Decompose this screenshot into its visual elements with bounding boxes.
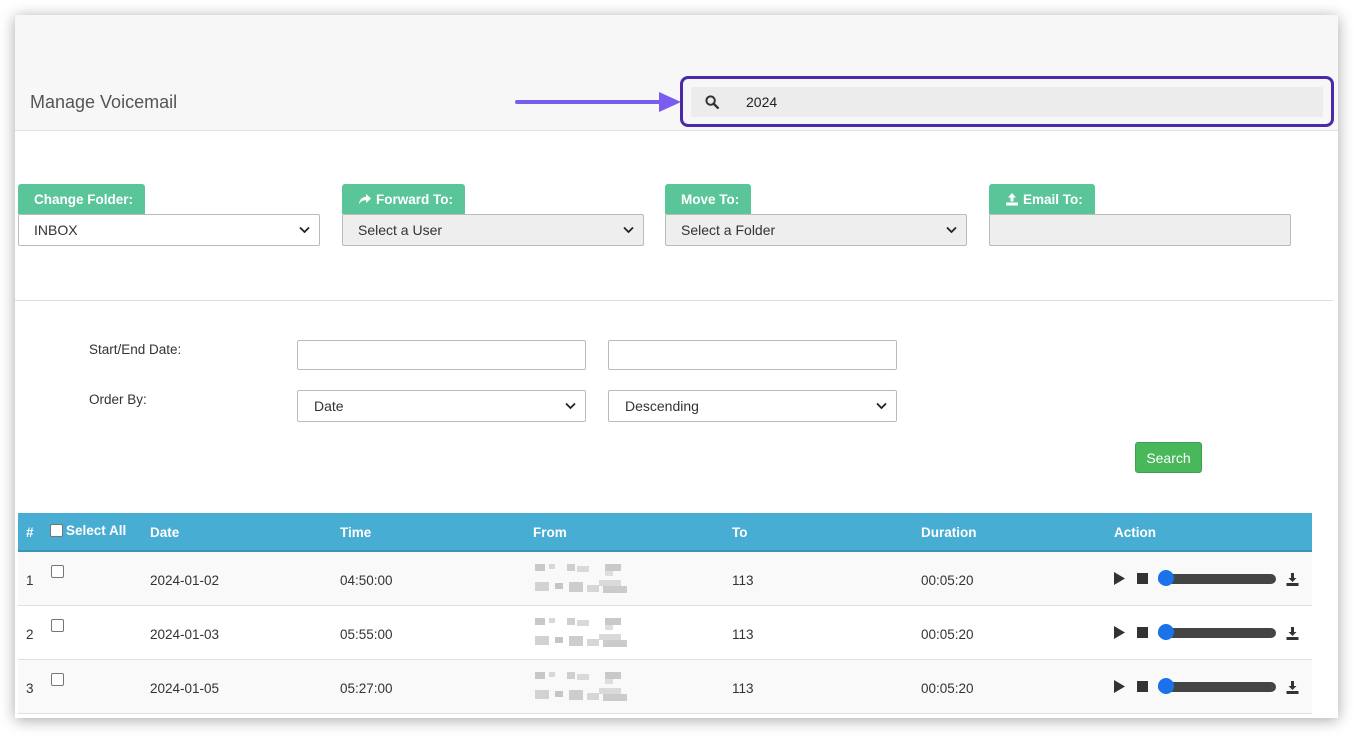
stop-icon[interactable] xyxy=(1137,627,1148,638)
forward-to-label: Forward To: xyxy=(342,184,465,214)
search-value: 2024 xyxy=(746,94,778,110)
row-date: 2024-01-03 xyxy=(150,627,220,642)
chevron-down-icon xyxy=(565,402,576,410)
download-icon[interactable] xyxy=(1286,573,1299,586)
share-icon xyxy=(359,193,371,204)
move-to-label: Move To: xyxy=(665,184,752,214)
progress-track[interactable] xyxy=(1158,628,1276,638)
search-icon xyxy=(705,95,719,109)
stop-icon[interactable] xyxy=(1137,573,1148,584)
row-num: 1 xyxy=(26,573,34,588)
end-date-input[interactable] xyxy=(608,340,897,370)
audio-player xyxy=(1112,623,1299,643)
row-duration: 00:05:20 xyxy=(921,627,974,642)
table-header: # Select All Date Time From To Duration … xyxy=(18,513,1312,552)
redacted-caller xyxy=(535,672,627,701)
order-by-label: Order By: xyxy=(89,392,147,407)
play-icon[interactable] xyxy=(1114,626,1125,639)
chevron-down-icon xyxy=(946,226,957,234)
voicemail-window: Manage Voicemail 2024 Change Folder: INB… xyxy=(15,15,1338,718)
progress-track[interactable] xyxy=(1158,574,1276,584)
col-time[interactable]: Time xyxy=(340,525,371,540)
progress-track[interactable] xyxy=(1158,682,1276,692)
chevron-down-icon xyxy=(623,226,634,234)
search-button[interactable]: Search xyxy=(1135,442,1202,473)
table-row: 3 2024-01-05 05:27:00 113 00:05:20 xyxy=(18,660,1312,714)
row-checkbox[interactable] xyxy=(51,619,64,635)
row-time: 05:27:00 xyxy=(340,681,393,696)
audio-player xyxy=(1112,569,1299,589)
upload-icon xyxy=(1006,192,1018,205)
redacted-caller xyxy=(535,564,627,593)
chevron-down-icon xyxy=(299,226,310,234)
row-to: 113 xyxy=(732,627,754,642)
page-title: Manage Voicemail xyxy=(30,92,178,112)
row-checkbox[interactable] xyxy=(51,673,64,689)
start-date-input[interactable] xyxy=(297,340,586,370)
table-row: 1 2024-01-02 04:50:00 113 00:05:20 xyxy=(18,552,1312,606)
change-folder-group: Change Folder: INBOX xyxy=(18,184,320,246)
download-icon[interactable] xyxy=(1286,627,1299,640)
row-to: 113 xyxy=(732,681,754,696)
email-to-label: Email To: xyxy=(989,184,1095,214)
top-bar: Manage Voicemail 2024 xyxy=(15,15,1338,131)
row-num: 2 xyxy=(26,627,34,642)
voicemail-table: # Select All Date Time From To Duration … xyxy=(18,513,1312,714)
select-all-checkbox[interactable] xyxy=(50,524,63,537)
forward-to-group: Forward To: Select a User xyxy=(342,184,644,246)
row-date: 2024-01-05 xyxy=(150,681,220,696)
stop-icon[interactable] xyxy=(1137,681,1148,692)
play-icon[interactable] xyxy=(1114,572,1125,585)
move-to-group: Move To: Select a Folder xyxy=(665,184,967,246)
progress-knob[interactable] xyxy=(1158,570,1174,586)
change-folder-select[interactable]: INBOX xyxy=(18,214,320,246)
table-row: 2 2024-01-03 05:55:00 113 00:05:20 xyxy=(18,606,1312,660)
forward-to-select[interactable]: Select a User xyxy=(342,214,644,246)
col-to[interactable]: To xyxy=(732,525,748,540)
row-to: 113 xyxy=(732,573,754,588)
audio-player xyxy=(1112,677,1299,697)
email-to-group: Email To: xyxy=(989,184,1291,246)
start-end-date-label: Start/End Date: xyxy=(89,342,182,357)
divider xyxy=(15,300,1333,301)
order-field-select[interactable]: Date xyxy=(297,390,586,422)
row-duration: 00:05:20 xyxy=(921,573,974,588)
row-duration: 00:05:20 xyxy=(921,681,974,696)
progress-knob[interactable] xyxy=(1158,624,1174,640)
col-duration[interactable]: Duration xyxy=(921,525,977,540)
change-folder-label: Change Folder: xyxy=(18,184,146,214)
play-icon[interactable] xyxy=(1114,680,1125,693)
row-date: 2024-01-02 xyxy=(150,573,220,588)
annotation-arrow xyxy=(515,92,681,112)
redacted-caller xyxy=(535,618,627,647)
progress-knob[interactable] xyxy=(1158,678,1174,694)
move-to-select[interactable]: Select a Folder xyxy=(665,214,967,246)
col-action: Action xyxy=(1114,525,1156,540)
search-highlight-frame: 2024 xyxy=(680,76,1334,127)
order-direction-select[interactable]: Descending xyxy=(608,390,897,422)
select-all[interactable]: Select All xyxy=(50,523,126,538)
col-date[interactable]: Date xyxy=(150,525,179,540)
col-from[interactable]: From xyxy=(533,525,567,540)
row-time: 04:50:00 xyxy=(340,573,393,588)
row-num: 3 xyxy=(26,681,34,696)
chevron-down-icon xyxy=(876,402,887,410)
row-checkbox[interactable] xyxy=(51,565,64,581)
download-icon[interactable] xyxy=(1286,681,1299,694)
email-to-input[interactable] xyxy=(989,214,1291,246)
search-input[interactable]: 2024 xyxy=(691,87,1323,117)
col-num: # xyxy=(26,525,34,540)
row-time: 05:55:00 xyxy=(340,627,393,642)
